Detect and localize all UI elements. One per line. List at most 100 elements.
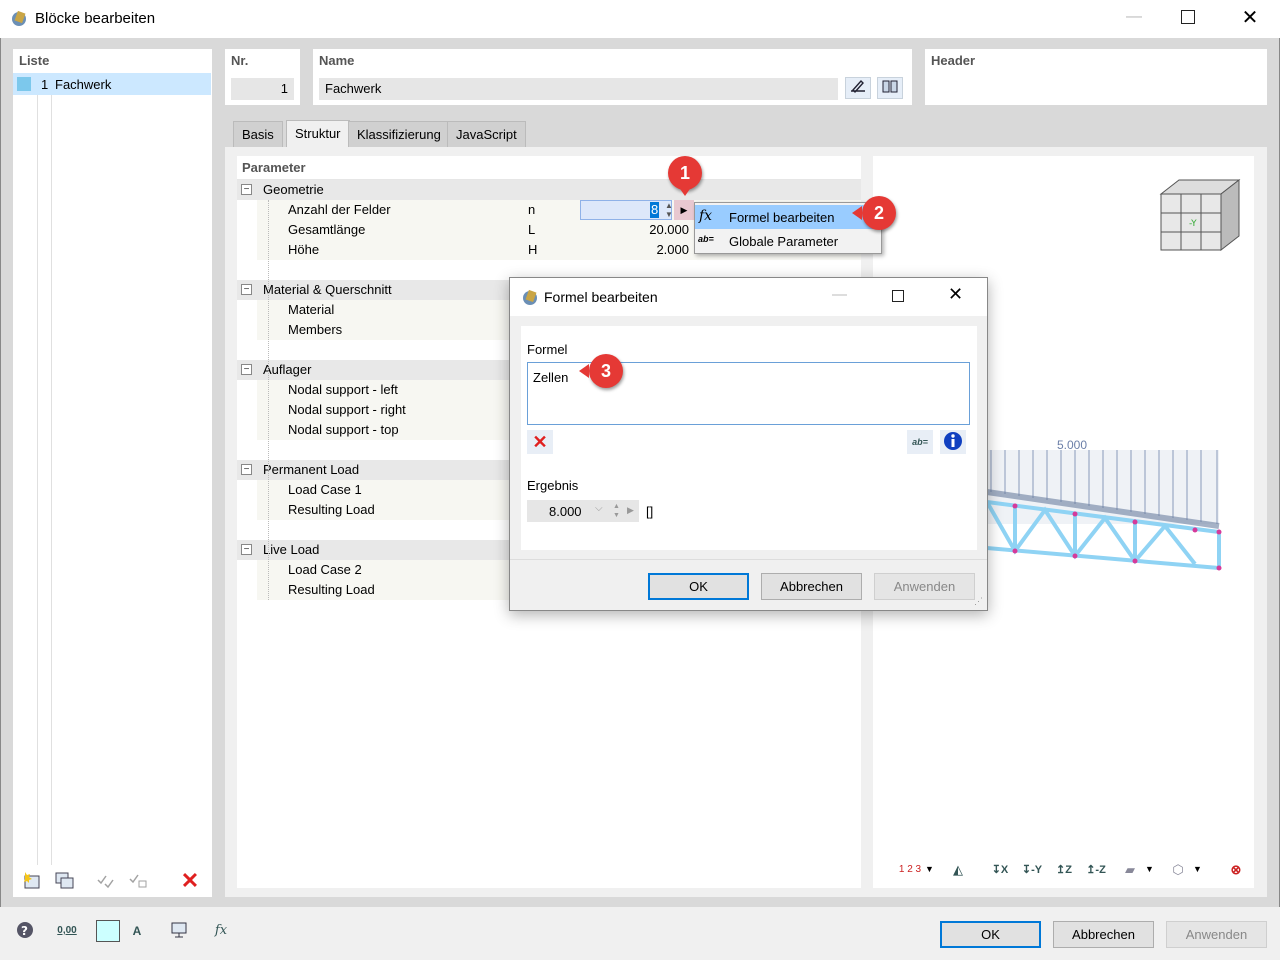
close-icon[interactable]: ✕: [1240, 5, 1260, 29]
view-minus-z-icon[interactable]: ↥-Z: [1083, 858, 1109, 882]
maximize-icon[interactable]: [892, 290, 904, 302]
resize-grip-icon[interactable]: ⋰: [974, 596, 983, 607]
tab-klassifizierung[interactable]: Klassifizierung: [348, 121, 450, 147]
delete-icon[interactable]: ✕: [177, 869, 203, 893]
collapse-icon[interactable]: −: [241, 544, 252, 555]
view-x-icon[interactable]: ↧X: [987, 858, 1013, 882]
chevron-down-icon[interactable]: ▼: [1145, 864, 1154, 874]
maximize-icon[interactable]: [1181, 10, 1195, 24]
param-value[interactable]: 2.000: [637, 240, 689, 260]
list-item-label: Fachwerk: [55, 77, 112, 92]
new-block-icon[interactable]: [19, 869, 45, 893]
view-minus-y-icon[interactable]: ↧-Y: [1019, 858, 1045, 882]
minimize-icon[interactable]: —: [832, 286, 847, 303]
param-symbol: n: [528, 202, 536, 217]
collapse-icon[interactable]: −: [241, 184, 252, 195]
dialog-title-bar: Formel bearbeiten — ✕: [510, 278, 987, 316]
text-format-icon[interactable]: A: [124, 919, 150, 943]
dialog-inner-panel: Formel Zellen ✕ ab= Ergebnis 8.000 ⌵ ▲ ▼ …: [521, 326, 977, 550]
spin-icon[interactable]: ▲ ▼: [665, 201, 673, 219]
param-label: Höhe: [288, 242, 320, 257]
dialog-ok-button[interactable]: OK: [648, 573, 749, 600]
clear-formula-icon[interactable]: ✕: [527, 430, 553, 454]
header-panel: Header: [925, 49, 1267, 105]
close-icon[interactable]: ✕: [948, 284, 963, 305]
value-spinner[interactable]: 8 ▲ ▼: [580, 200, 673, 220]
nr-field[interactable]: 1: [231, 78, 294, 100]
library-icon[interactable]: [877, 77, 903, 99]
uncheck-icon[interactable]: [125, 869, 151, 893]
color-icon[interactable]: [96, 920, 120, 942]
param-label: Nodal support - left: [288, 382, 398, 397]
divider: [510, 559, 987, 560]
title-bar: Blöcke bearbeiten — ✕: [0, 0, 1280, 38]
param-label: Resulting Load: [288, 502, 375, 517]
numbering-icon[interactable]: 1 2 3: [897, 858, 923, 882]
preview-toolbar: 1 2 3 ▼ ◭ ↧X ↧-Y ↥Z ↥-Z ▰ ▼ ⬡ ▼ ⊗: [873, 856, 1254, 888]
collapse-icon[interactable]: −: [241, 364, 252, 375]
view-options-icon[interactable]: ◭: [945, 858, 971, 882]
param-label: Anzahl der Felder: [288, 202, 391, 217]
param-label: Members: [288, 322, 343, 337]
collapse-icon[interactable]: −: [241, 464, 252, 475]
dialog-title: Formel bearbeiten: [544, 289, 658, 305]
nr-panel: Nr. 1: [225, 49, 300, 105]
tab-basis[interactable]: Basis: [233, 121, 283, 147]
name-panel: Name Fachwerk: [313, 49, 912, 105]
chevron-right-icon: ▶: [627, 505, 634, 515]
formula-label: Formel: [527, 342, 568, 357]
footer-bar: ? 0,00 A fx OK Abbrechen Anwenden: [0, 907, 1280, 960]
callout-badge: 2: [862, 196, 896, 230]
color-swatch: [17, 77, 31, 91]
tree-guide: [51, 95, 52, 865]
view-z-icon[interactable]: ↥Z: [1051, 858, 1077, 882]
units-icon[interactable]: 0,00: [54, 919, 80, 943]
dialog-cancel-button[interactable]: Abbrechen: [761, 573, 862, 600]
nr-label: Nr.: [231, 53, 249, 68]
group-label: Material & Querschnitt: [263, 282, 392, 297]
iso-view-icon[interactable]: ⬡: [1165, 858, 1191, 882]
param-symbol: H: [528, 242, 538, 257]
list-item[interactable]: 1 Fachwerk: [13, 73, 211, 95]
help-icon[interactable]: ?: [12, 919, 38, 943]
tab-javascript[interactable]: JavaScript: [447, 121, 526, 147]
group-label: Geometrie: [263, 182, 324, 197]
callout-badge: 1: [668, 156, 702, 190]
chevron-down-icon[interactable]: ▼: [1193, 864, 1202, 874]
cancel-button[interactable]: Abbrechen: [1053, 921, 1154, 948]
dialog-app-icon: [520, 288, 540, 311]
zoom-reset-icon[interactable]: ⊗: [1223, 858, 1249, 882]
group-label: Permanent Load: [263, 462, 360, 477]
tree-guide: [268, 200, 269, 600]
param-label: Nodal support - top: [288, 422, 399, 437]
ok-button[interactable]: OK: [940, 921, 1041, 948]
view-cube-icon[interactable]: -Y: [1159, 176, 1241, 252]
name-field[interactable]: Fachwerk: [319, 78, 838, 100]
tab-struktur[interactable]: Struktur: [286, 120, 350, 148]
value-input[interactable]: 8: [650, 202, 660, 218]
check-all-icon[interactable]: [93, 869, 119, 893]
chevron-down-icon[interactable]: ▼: [925, 864, 934, 874]
edit-name-icon[interactable]: [845, 77, 871, 99]
display-icon[interactable]: [166, 919, 192, 943]
name-label: Name: [319, 53, 355, 68]
param-value[interactable]: 20.000: [637, 220, 689, 240]
copy-block-icon[interactable]: [51, 869, 77, 893]
badge-pointer: [579, 364, 589, 378]
badge-pointer: [678, 186, 692, 196]
app-icon: [8, 9, 30, 29]
dialog-apply-button[interactable]: Anwenden: [874, 573, 975, 600]
formula-menu-button[interactable]: ▶: [674, 200, 694, 220]
global-params-icon[interactable]: ab=: [907, 430, 933, 454]
result-value: 8.000: [549, 504, 582, 519]
list-header: Liste: [19, 53, 50, 68]
formula-icon[interactable]: fx: [208, 919, 234, 943]
group-geometrie[interactable]: − Geometrie: [237, 180, 861, 200]
param-label: Resulting Load: [288, 582, 375, 597]
apply-button[interactable]: Anwenden: [1166, 921, 1267, 948]
minimize-icon[interactable]: —: [1124, 8, 1144, 28]
menu-item-global-params[interactable]: ab= Globale Parameter: [695, 229, 881, 253]
info-icon[interactable]: [940, 430, 966, 454]
collapse-icon[interactable]: −: [241, 284, 252, 295]
display-mode-icon[interactable]: ▰: [1117, 858, 1143, 882]
